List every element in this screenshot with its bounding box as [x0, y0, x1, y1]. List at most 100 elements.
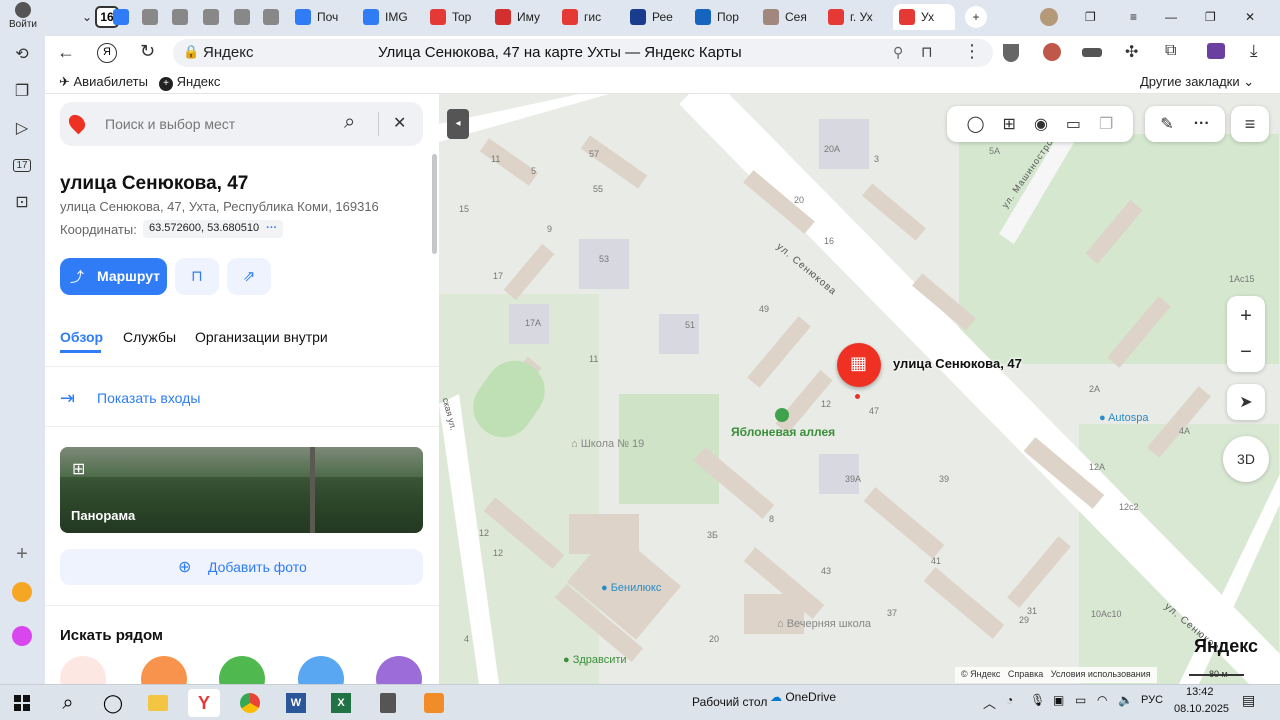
extension-2-icon[interactable]: [1082, 48, 1102, 57]
wifi-icon[interactable]: ◠: [1097, 693, 1107, 707]
excel-icon[interactable]: X: [325, 689, 357, 717]
bookmark-icon[interactable]: ⊓: [175, 258, 219, 295]
downloads-icon[interactable]: ⤓: [1250, 41, 1258, 61]
zoom-in-icon[interactable]: +: [1240, 298, 1252, 334]
more-icon[interactable]: ···: [266, 222, 277, 234]
screenshot-icon[interactable]: ⊡: [8, 188, 36, 216]
app-icon[interactable]: [418, 689, 450, 717]
browser-tab[interactable]: [263, 4, 285, 30]
search-input[interactable]: Поиск и выбор мест: [105, 116, 235, 132]
nearby-shops-icon[interactable]: [298, 656, 344, 684]
more-icon[interactable]: ···: [1194, 115, 1210, 133]
browser-tab[interactable]: [234, 4, 256, 30]
browser-tab[interactable]: Top: [430, 4, 492, 30]
tray-chevron-icon[interactable]: ︿: [983, 693, 996, 712]
history-icon[interactable]: ⟲: [8, 40, 36, 68]
clock-date[interactable]: 08.10.2025: [1174, 703, 1229, 715]
camera-icon[interactable]: ▣: [1053, 693, 1064, 707]
language-indicator[interactable]: РУС: [1141, 694, 1163, 706]
calendar-icon[interactable]: 17: [8, 151, 36, 179]
panorama-card[interactable]: ⊞ Панорама: [60, 447, 423, 533]
tray-app-icon[interactable]: ◔: [1006, 693, 1013, 707]
selected-place-pin[interactable]: ▦: [837, 343, 881, 387]
play-icon[interactable]: ▷: [8, 114, 36, 142]
location-icon[interactable]: ⚲: [893, 44, 903, 61]
browser-tab[interactable]: [142, 4, 164, 30]
add-panel-icon[interactable]: +: [8, 540, 36, 568]
coords-value[interactable]: 63.572600, 53.680510 ···: [143, 220, 284, 238]
nearby-atm-icon[interactable]: [376, 656, 422, 684]
desktop-label[interactable]: Рабочий стол: [692, 695, 767, 709]
zoom-out-icon[interactable]: −: [1240, 334, 1252, 370]
new-tab-button[interactable]: +: [965, 6, 987, 28]
layer-transport-icon[interactable]: ▭: [1066, 114, 1081, 134]
nearby-pharmacy-icon[interactable]: [219, 656, 265, 684]
poi-label[interactable]: ⌂ Вечерняя школа: [777, 618, 871, 630]
close-icon[interactable]: ✕: [393, 113, 406, 133]
collapse-panel-button[interactable]: ◂: [447, 109, 469, 139]
layer-type-icon[interactable]: ❐: [1099, 114, 1113, 134]
tab-services[interactable]: Службы: [123, 329, 176, 345]
browser-tab[interactable]: гис: [562, 4, 624, 30]
nearby-sights-icon[interactable]: [60, 656, 106, 684]
geolocation-icon[interactable]: ➤: [1227, 384, 1265, 420]
browser-tab[interactable]: Ух: [893, 4, 955, 30]
back-icon[interactable]: ←: [57, 42, 75, 63]
wallet-icon[interactable]: ⧉: [1165, 42, 1176, 60]
main-menu-icon[interactable]: ≡: [1231, 106, 1269, 142]
layer-photo-icon[interactable]: ◉: [1034, 114, 1048, 134]
poi-label[interactable]: Яблоневая аллея: [731, 425, 835, 439]
minimize-icon[interactable]: —: [1165, 4, 1185, 30]
volume-icon[interactable]: 🔈: [1118, 693, 1133, 707]
bookmark-yandex[interactable]: + Яндекс: [159, 74, 220, 91]
file-explorer-icon[interactable]: [142, 689, 174, 717]
menu-icon[interactable]: ≡: [1130, 4, 1150, 30]
browser-tab[interactable]: [113, 4, 135, 30]
yandex-button-icon[interactable]: Я: [97, 43, 117, 63]
show-entrances-link[interactable]: Показать входы: [97, 390, 200, 406]
ruler-icon[interactable]: ✎: [1160, 114, 1173, 134]
collections-tab-icon[interactable]: ❐: [1085, 4, 1105, 30]
onedrive-label[interactable]: ☁ OneDrive: [770, 690, 836, 704]
chrome-icon[interactable]: [234, 689, 266, 717]
park-icon[interactable]: [775, 408, 789, 422]
task-view-icon[interactable]: ◯: [97, 689, 129, 717]
login-button[interactable]: Войти: [4, 2, 42, 32]
poi-label[interactable]: ● Бенилюкс: [601, 582, 661, 594]
search-icon[interactable]: ⌕: [52, 689, 84, 717]
microphone-icon[interactable]: 🎙: [1030, 693, 1045, 707]
add-photo-button[interactable]: ⊕ Добавить фото: [60, 549, 423, 585]
yandex-browser-icon[interactable]: Y: [188, 689, 220, 717]
help-link[interactable]: Справка: [1008, 669, 1043, 679]
address-bar[interactable]: 🔒 Яндекс Улица Сенюкова, 47 на карте Ухт…: [173, 39, 993, 67]
browser-tab[interactable]: [203, 4, 225, 30]
browser-tab[interactable]: Поч: [295, 4, 357, 30]
calculator-icon[interactable]: [372, 689, 404, 717]
3d-button[interactable]: 3D: [1223, 436, 1269, 482]
nearby-food-icon[interactable]: [141, 656, 187, 684]
tabs-dropdown-icon[interactable]: ⌄: [82, 4, 102, 30]
bookmark-icon[interactable]: ⊓: [921, 43, 933, 61]
browser-tab[interactable]: Иму: [495, 4, 557, 30]
route-button[interactable]: ⤴ Маршрут: [60, 258, 167, 295]
extensions-icon[interactable]: ✣: [1125, 42, 1138, 62]
browser-tab[interactable]: Сея: [763, 4, 825, 30]
vpn-icon[interactable]: [1207, 43, 1225, 59]
terms-link[interactable]: Условия использования: [1051, 669, 1151, 679]
browser-tab[interactable]: IMG: [363, 4, 425, 30]
poi-label[interactable]: ● Здравсити: [563, 654, 627, 666]
battery-icon[interactable]: ▭: [1075, 693, 1086, 707]
start-icon[interactable]: [6, 689, 38, 717]
collections-icon[interactable]: ❐: [8, 77, 36, 105]
yandex-market-icon[interactable]: [8, 578, 36, 606]
poi-label[interactable]: ● Autospa: [1099, 412, 1148, 424]
notifications-icon[interactable]: ▤: [1242, 692, 1255, 709]
profile-icon[interactable]: [1040, 4, 1060, 30]
search-icon[interactable]: ⌕: [344, 111, 355, 134]
alice-icon[interactable]: [8, 622, 36, 650]
search-box[interactable]: Поиск и выбор мест ⌕ ✕: [60, 102, 423, 146]
poi-label[interactable]: ⌂ Школа № 19: [571, 438, 644, 450]
browser-tab[interactable]: [172, 4, 194, 30]
extension-icon[interactable]: [1043, 43, 1061, 61]
bookmark-aviatickets[interactable]: ✈ Авиабилеты: [59, 74, 148, 90]
